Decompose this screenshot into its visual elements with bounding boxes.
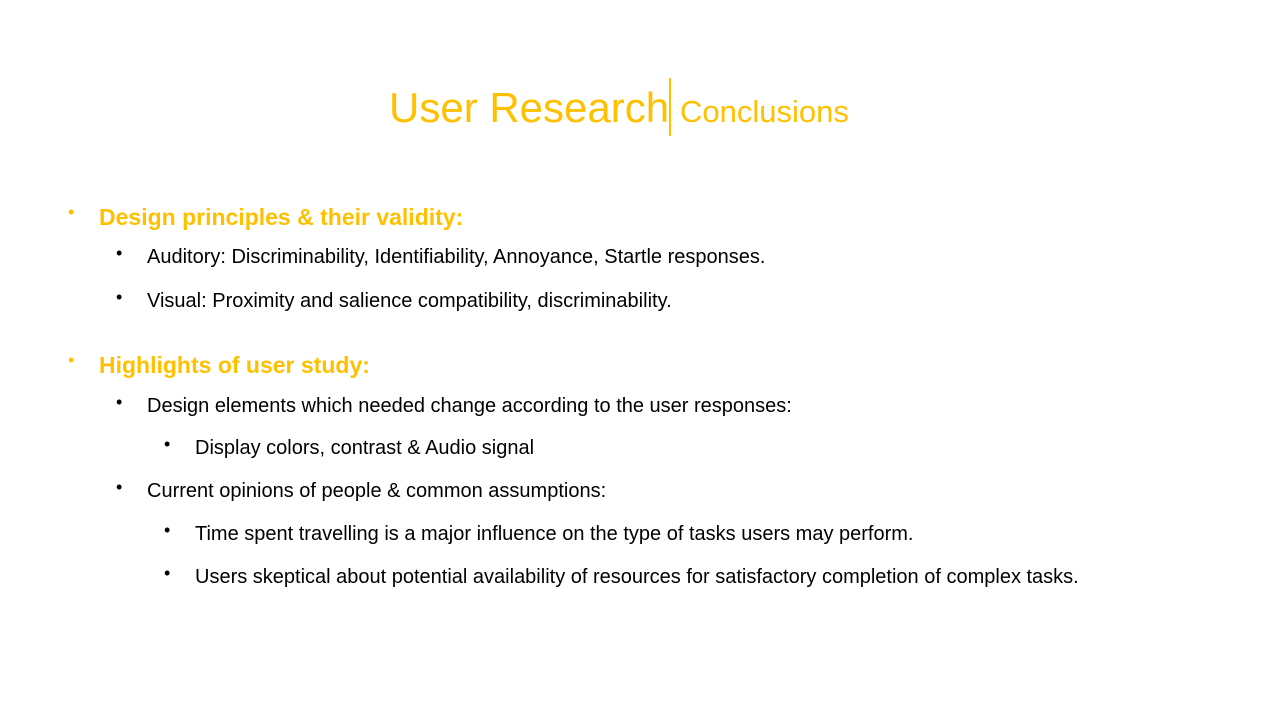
bullet-icon: • [68,350,75,370]
sub-list-item-text: Users skeptical about potential availabi… [195,566,1079,588]
bullet-icon: • [164,563,171,583]
bullet-icon: • [116,392,123,412]
sub-list-item-text: Time spent travelling is a major influen… [195,523,914,545]
section-heading-text: Design principles & their validity: [99,204,464,230]
bullet-icon: • [116,243,123,263]
bullet-icon: • [116,477,123,497]
bullet-icon: • [164,520,171,540]
slide: User Research Conclusions • Design princ… [0,0,1280,720]
sub-list-item-text: Display colors, contrast & Audio signal [195,437,535,459]
bullet-list: • Design principles & their validity: • … [0,0,1280,720]
bullet-icon: • [68,202,75,222]
list-item-text: Auditory: Discriminability, Identifiabil… [147,246,766,268]
list-item-text: Design elements which needed change acco… [147,395,792,417]
list-item: • Auditory: Discriminability, Identifiab… [116,243,766,271]
sub-list-item: • Users skeptical about potential availa… [164,563,1079,591]
list-item: • Design elements which needed change ac… [116,392,792,420]
list-item: • Visual: Proximity and salience compati… [116,287,672,315]
section-heading-user-study: • Highlights of user study: [68,350,370,380]
list-item-text: Current opinions of people & common assu… [147,480,607,502]
section-heading-text: Highlights of user study: [99,352,370,378]
bullet-icon: • [116,287,123,307]
sub-list-item: • Time spent travelling is a major influ… [164,520,914,548]
list-item-text: Visual: Proximity and salience compatibi… [147,290,672,312]
list-item: • Current opinions of people & common as… [116,477,607,505]
section-heading-design-principles: • Design principles & their validity: [68,202,464,232]
bullet-icon: • [164,434,171,454]
sub-list-item: • Display colors, contrast & Audio signa… [164,434,535,462]
